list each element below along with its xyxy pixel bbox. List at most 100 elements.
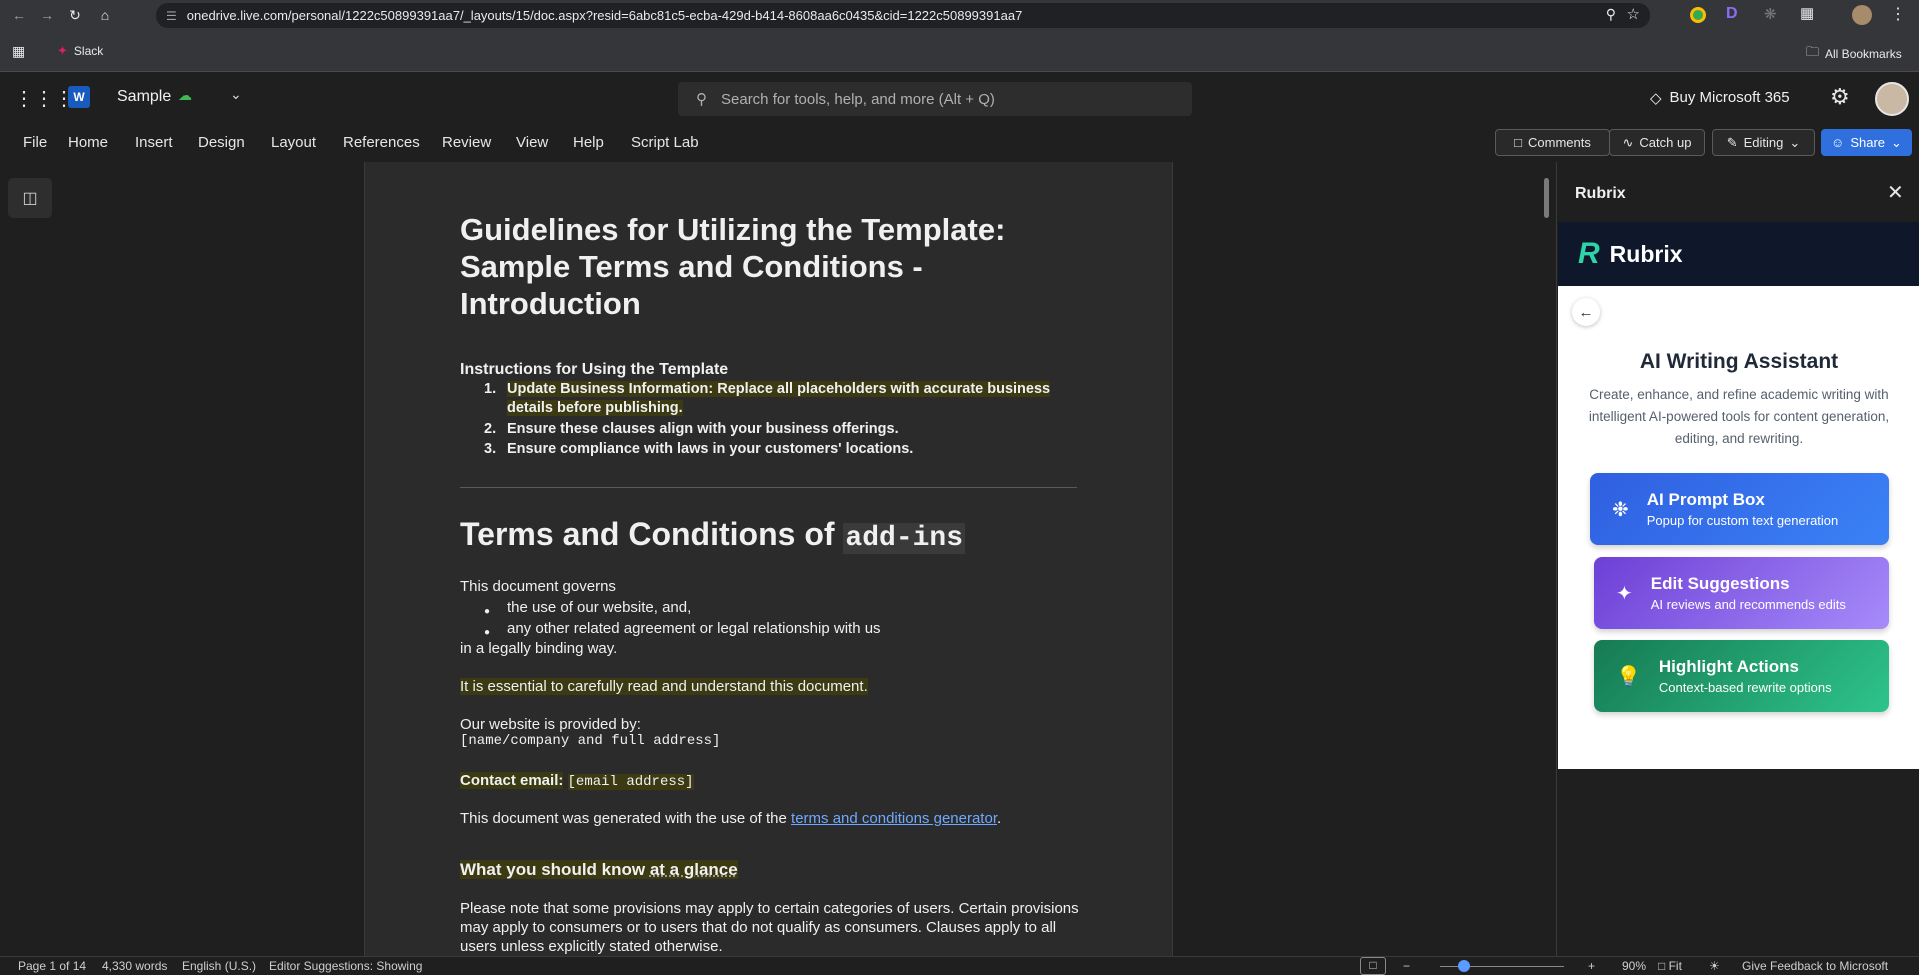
saved-status-icon[interactable]: ☁ <box>178 87 192 104</box>
settings-gear-icon[interactable]: ⚙ <box>1830 84 1850 110</box>
panel-title: Rubrix <box>1575 185 1626 202</box>
horizontal-divider <box>460 487 1077 488</box>
extensions-puzzle-icon[interactable]: ▦ <box>1800 4 1814 22</box>
document-canvas: ◫ Guidelines for Utilizing the Template:… <box>0 162 1556 956</box>
scrollbar-thumb[interactable] <box>1544 178 1549 218</box>
generator-link[interactable]: terms and conditions generator <box>791 810 997 827</box>
highlight-actions-card[interactable]: 💡 Highlight Actions Context-based rewrit… <box>1594 640 1889 712</box>
editing-mode-button[interactable]: ✎ Editing ⌄ <box>1712 129 1815 156</box>
tab-script-lab[interactable]: Script Lab <box>631 134 699 151</box>
provider-placeholder: [name/company and full address] <box>460 733 721 749</box>
comment-icon: □ <box>1514 135 1522 150</box>
extension-gear-icon[interactable]: ❋ <box>1764 5 1777 23</box>
folder-icon: 🗀 <box>1806 44 1820 59</box>
bookmark-star-icon[interactable]: ☆ <box>1627 5 1640 23</box>
bookmarks-bar: ▦ ✦ Slack 🗀 All Bookmarks <box>0 30 1919 72</box>
zoom-level[interactable]: 90% <box>1622 959 1646 973</box>
card-title: Highlight Actions <box>1658 657 1799 676</box>
close-icon[interactable]: ✕ <box>1887 180 1904 205</box>
bookmark-slack[interactable]: ✦ Slack <box>57 43 103 59</box>
document-name[interactable]: Sample <box>117 88 171 106</box>
ai-prompt-box-card[interactable]: ❉ AI Prompt Box Popup for custom text ge… <box>1590 473 1889 545</box>
zoom-in-icon[interactable]: + <box>1588 959 1595 973</box>
all-bookmarks[interactable]: 🗀 All Bookmarks <box>1806 43 1902 65</box>
feedback-link[interactable]: Give Feedback to Microsoft <box>1742 959 1888 973</box>
language-status[interactable]: English (U.S.) <box>182 959 256 973</box>
fit-button[interactable]: □ Fit <box>1658 959 1682 973</box>
list-item-text: Ensure compliance with laws in your cust… <box>507 441 914 457</box>
contact-line: Contact email: [email address] <box>460 771 694 792</box>
card-subtitle: Context-based rewrite options <box>1658 680 1832 695</box>
card-subtitle: Popup for custom text generation <box>1646 513 1839 528</box>
zoom-slider-thumb[interactable] <box>1458 960 1470 972</box>
apps-grid-icon[interactable]: ▦ <box>12 43 25 60</box>
generated-prefix: This document was generated with the use… <box>460 810 787 827</box>
contact-label: Contact email: <box>460 772 564 789</box>
tab-design[interactable]: Design <box>198 134 245 151</box>
buy-microsoft-button[interactable]: ◇ Buy Microsoft 365 <box>1650 89 1790 107</box>
back-icon[interactable]: ← <box>6 2 32 28</box>
share-button[interactable]: ☺ Share ⌄ <box>1821 129 1912 156</box>
fit-label: Fit <box>1668 959 1682 973</box>
tab-insert[interactable]: Insert <box>135 134 173 151</box>
site-info-icon[interactable]: ☰ <box>166 9 177 23</box>
generated-suffix: . <box>997 810 1002 827</box>
editor-suggestions-status[interactable]: Editor Suggestions: Showing <box>269 959 422 973</box>
card-title: AI Prompt Box <box>1646 490 1765 509</box>
search-placeholder: Search for tools, help, and more (Alt + … <box>721 90 995 108</box>
print-layout-icon[interactable]: □ <box>1360 957 1386 975</box>
navigation-pane-icon[interactable]: ◫ <box>8 178 52 218</box>
address-bar[interactable]: ☰ onedrive.live.com/personal/1222c508993… <box>156 3 1650 28</box>
chevron-down-icon[interactable]: ⌄ <box>230 86 242 103</box>
chevron-down-icon: ⌄ <box>1891 134 1902 150</box>
tab-layout[interactable]: Layout <box>271 134 316 151</box>
tab-references[interactable]: References <box>343 134 420 151</box>
home-icon[interactable]: ⌂ <box>92 2 118 28</box>
document-page[interactable]: Guidelines for Utilizing the Template: S… <box>364 162 1173 956</box>
slack-icon: ✦ <box>57 43 68 58</box>
tab-review[interactable]: Review <box>442 134 491 151</box>
page-count[interactable]: Page 1 of 14 <box>18 959 86 973</box>
buy-label: Buy Microsoft 365 <box>1669 89 1790 106</box>
edit-suggestions-card[interactable]: ✦ Edit Suggestions AI reviews and recomm… <box>1594 557 1889 629</box>
brain-icon: ❉ <box>1612 498 1629 521</box>
comments-button[interactable]: □ Comments <box>1495 129 1610 156</box>
word-logo-icon[interactable]: W <box>68 86 90 108</box>
binding-text: in a legally binding way. <box>460 640 618 657</box>
status-bar: Page 1 of 14 4,330 words English (U.S.) … <box>0 956 1919 975</box>
list-item: 3. Ensure compliance with laws in your c… <box>460 440 1080 459</box>
extension-icon[interactable] <box>1690 7 1706 23</box>
app-launcher-icon[interactable]: ⋮⋮⋮ <box>14 86 74 111</box>
editing-label: Editing <box>1743 135 1784 150</box>
profile-avatar[interactable] <box>1852 5 1872 25</box>
zoom-out-icon[interactable]: − <box>1403 959 1410 973</box>
more-menu-icon[interactable]: ⋮ <box>1890 4 1906 24</box>
tab-file[interactable]: File <box>23 134 47 151</box>
card-subtitle: AI reviews and recommends edits <box>1650 597 1846 612</box>
pencil-icon: ✎ <box>1726 134 1738 150</box>
rubrix-brand-name: Rubrix <box>1609 240 1683 267</box>
forward-icon[interactable]: → <box>34 2 60 28</box>
back-arrow-icon[interactable]: ← <box>1572 298 1600 326</box>
document-title: Guidelines for Utilizing the Template: S… <box>460 212 1006 321</box>
governs-text: This document governs <box>460 578 616 595</box>
tab-view[interactable]: View <box>516 134 548 151</box>
user-avatar[interactable] <box>1875 82 1909 116</box>
list-item: 2. Ensure these clauses align with your … <box>460 420 1080 439</box>
catch-up-label: Catch up <box>1639 135 1692 150</box>
reload-icon[interactable]: ↻ <box>62 2 88 28</box>
bookmark-slack-label: Slack <box>73 44 104 58</box>
catch-up-button[interactable]: ∿ Catch up <box>1609 129 1705 156</box>
tab-home[interactable]: Home <box>68 134 108 151</box>
display-settings-icon[interactable]: ☀ <box>1709 959 1720 973</box>
lightbulb-icon: 💡 <box>1616 665 1641 688</box>
bullet-text: any other related agreement or legal rel… <box>507 620 881 637</box>
chevron-down-icon: ⌄ <box>1789 134 1801 150</box>
search-input[interactable]: ⚲ Search for tools, help, and more (Alt … <box>678 82 1192 116</box>
comments-label: Comments <box>1528 135 1591 150</box>
extension-d-icon[interactable]: D <box>1726 5 1738 23</box>
zoom-icon[interactable]: ⚲ <box>1606 6 1616 23</box>
tab-help[interactable]: Help <box>573 134 604 151</box>
rubrix-logo-icon: R <box>1578 237 1600 270</box>
word-count[interactable]: 4,330 words <box>102 959 167 973</box>
